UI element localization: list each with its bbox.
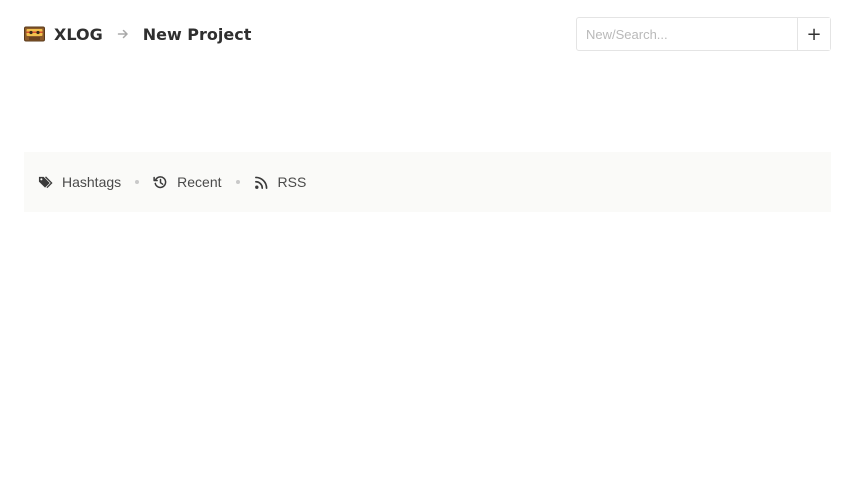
history-icon: [153, 175, 168, 190]
nav-item-rss[interactable]: RSS: [254, 174, 307, 190]
nav-separator: [235, 180, 240, 184]
rss-icon: [254, 175, 269, 190]
header: XLOG New Project +: [24, 17, 831, 51]
arrow-right-icon: [117, 28, 129, 40]
nav-item-hashtags[interactable]: Hashtags: [38, 174, 121, 190]
nav-item-label: Hashtags: [62, 174, 122, 190]
nav-item-label: RSS: [277, 174, 307, 190]
breadcrumb: XLOG New Project: [24, 17, 251, 51]
nav-bar: Hashtags Recent RSS: [24, 152, 831, 212]
breadcrumb-project[interactable]: New Project: [143, 25, 252, 44]
search-input[interactable]: [577, 18, 797, 50]
cassette-tape-icon[interactable]: [24, 26, 45, 42]
nav-separator: [135, 180, 140, 184]
search-box: +: [576, 17, 831, 51]
nav-item-label: Recent: [177, 174, 222, 190]
tags-icon: [38, 175, 53, 190]
breadcrumb-site[interactable]: XLOG: [54, 25, 103, 44]
add-button[interactable]: +: [797, 18, 830, 50]
nav-item-recent[interactable]: Recent: [153, 174, 222, 190]
